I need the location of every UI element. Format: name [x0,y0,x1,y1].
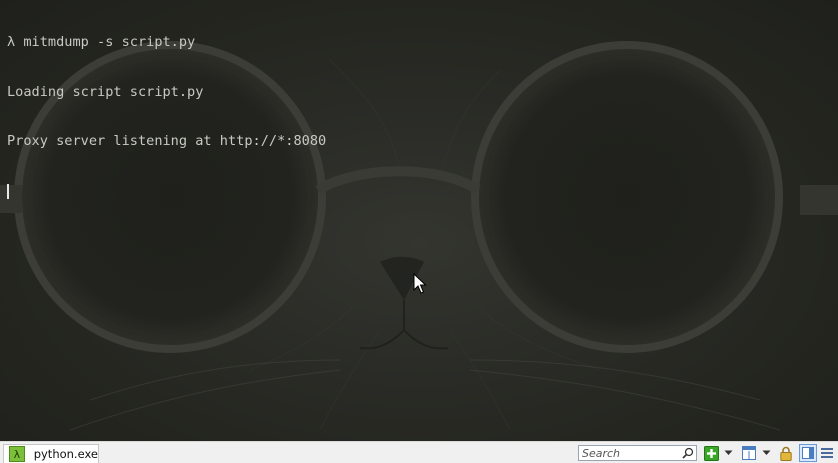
panel-icon [802,447,814,459]
tab-label: python.exe [33,447,98,461]
tab-bar: λ python.exe [0,441,838,463]
search-icon[interactable] [682,447,694,459]
hamburger-menu-icon [821,448,833,458]
plus-icon [704,445,719,461]
layout-icon [742,446,756,460]
new-console-button[interactable] [704,445,719,461]
lock-button[interactable] [779,445,793,461]
terminal-console[interactable]: λ mitmdump -s script.py Loading script s… [0,0,838,441]
terminal-prompt-line[interactable] [7,183,326,200]
chevron-down-icon [762,450,770,455]
cmder-window: λ mitmdump -s script.py Loading script s… [0,0,838,463]
terminal-line-loading: Loading script script.py [7,83,204,100]
mouse-pointer-icon [413,273,427,294]
search-box[interactable] [578,445,697,461]
layout-dropdown[interactable] [760,445,772,461]
panel-toggle-button[interactable] [799,444,817,462]
new-console-dropdown[interactable] [722,445,734,461]
layout-button[interactable] [741,445,757,461]
terminal-output: λ mitmdump -s script.py Loading script s… [7,1,326,232]
terminal-line-proxy: Proxy server listening at http://*:8080 [7,133,327,149]
terminal-line-command: λ mitmdump -s script.py [7,34,196,50]
search-input[interactable] [579,446,682,460]
text-cursor [7,183,9,199]
tab-python-exe[interactable]: λ python.exe [3,444,99,463]
menu-button[interactable] [820,445,834,461]
chevron-down-icon [724,450,732,455]
lock-icon [780,446,792,461]
lambda-icon: λ [9,446,25,462]
